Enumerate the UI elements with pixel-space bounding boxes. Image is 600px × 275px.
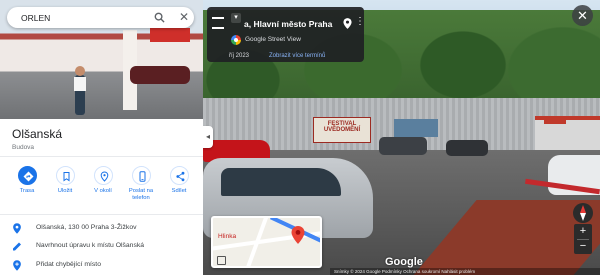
zoom-in-button[interactable]: + <box>574 224 592 239</box>
dark-car <box>446 140 488 156</box>
minimap[interactable]: Hlinka <box>211 216 322 268</box>
person <box>74 66 86 115</box>
directions-button[interactable]: Trasa <box>10 166 44 206</box>
capture-date: říj 2023 <box>229 53 250 59</box>
chevron-down-icon[interactable]: ▾ <box>231 13 241 23</box>
place-panel: ✕ Olšanská Budova Trasa Uložit V okolí <box>0 0 203 275</box>
more-options-icon[interactable]: ⋮ <box>355 17 365 27</box>
google-watermark: Google <box>385 256 423 268</box>
street-view-title: a, Hlavní město Praha <box>244 19 333 29</box>
search-input[interactable] <box>21 10 141 25</box>
send-to-phone-button[interactable]: Poslat na telefon <box>124 166 158 206</box>
street-view-subtitle: Google Street View <box>245 36 301 43</box>
action-label: V okolí <box>94 188 112 194</box>
close-icon[interactable]: ✕ <box>179 11 189 23</box>
send-to-phone-icon <box>131 166 151 185</box>
directions-icon <box>17 166 37 185</box>
festival-banner: FESTIVAL UVĚDOMĚNÍ <box>313 117 371 143</box>
add-place-row[interactable]: Přidat chybějící místo <box>0 257 203 274</box>
google-logo-icon <box>231 35 241 45</box>
map-pin-icon <box>291 226 305 244</box>
expand-map-icon[interactable] <box>217 256 226 265</box>
add-place-text: Přidat chybějící místo <box>36 261 101 268</box>
action-buttons: Trasa Uložit V okolí Poslat na telefon S… <box>7 166 197 206</box>
nearby-icon <box>93 166 113 185</box>
parked-car <box>130 66 190 84</box>
action-label: Sdílet <box>171 188 187 194</box>
share-icon <box>169 166 189 185</box>
menu-icon[interactable] <box>212 15 226 29</box>
bookmark-icon <box>55 166 75 185</box>
close-street-view-button[interactable]: ✕ <box>572 5 593 26</box>
place-category: Budova <box>12 144 35 151</box>
search-box: ✕ <box>7 7 194 28</box>
search-icon[interactable] <box>154 12 165 23</box>
action-label: Trasa <box>19 188 35 194</box>
address-text: Olšanská, 130 00 Praha 3-Žižkov <box>36 224 137 231</box>
compass-icon[interactable] <box>573 203 593 223</box>
see-more-dates-link[interactable]: Zobrazit více termínů <box>269 53 325 59</box>
station-sign <box>150 28 190 42</box>
collapse-panel-button[interactable]: ◂ <box>203 126 213 148</box>
add-place-icon <box>13 260 21 271</box>
zoom-separator <box>577 239 589 240</box>
share-button[interactable]: Sdílet <box>162 166 196 206</box>
divider <box>0 214 203 215</box>
nearby-button[interactable]: V okolí <box>86 166 120 206</box>
divider <box>0 156 203 157</box>
action-label: Uložit <box>57 188 73 194</box>
map-footer: Snímky © 2024 Google Podmínky Ochrana so… <box>330 268 600 275</box>
street-view-info-card: ▾ a, Hlavní město Praha ⋮ Google Street … <box>207 7 365 62</box>
save-button[interactable]: Uložit <box>48 166 82 206</box>
edit-icon <box>13 242 21 251</box>
place-title: Olšanská <box>12 127 63 141</box>
shelter-sign <box>544 118 566 124</box>
zoom-out-button[interactable]: − <box>574 239 592 254</box>
suggest-edit-text: Navrhnout úpravu k místu Olšanská <box>36 242 145 249</box>
location-pin-icon[interactable] <box>343 18 352 29</box>
address-row[interactable]: Olšanská, 130 00 Praha 3-Žižkov <box>0 220 203 237</box>
zoom-control: + − <box>574 224 592 254</box>
dark-car <box>379 137 427 155</box>
minimap-label: Hlinka <box>218 233 237 240</box>
location-pin-icon <box>13 223 21 234</box>
car-window <box>221 168 341 196</box>
action-label: Poslat na telefon <box>128 188 154 201</box>
billboard <box>394 119 438 137</box>
suggest-edit-row[interactable]: Navrhnout úpravu k místu Olšanská <box>0 238 203 255</box>
